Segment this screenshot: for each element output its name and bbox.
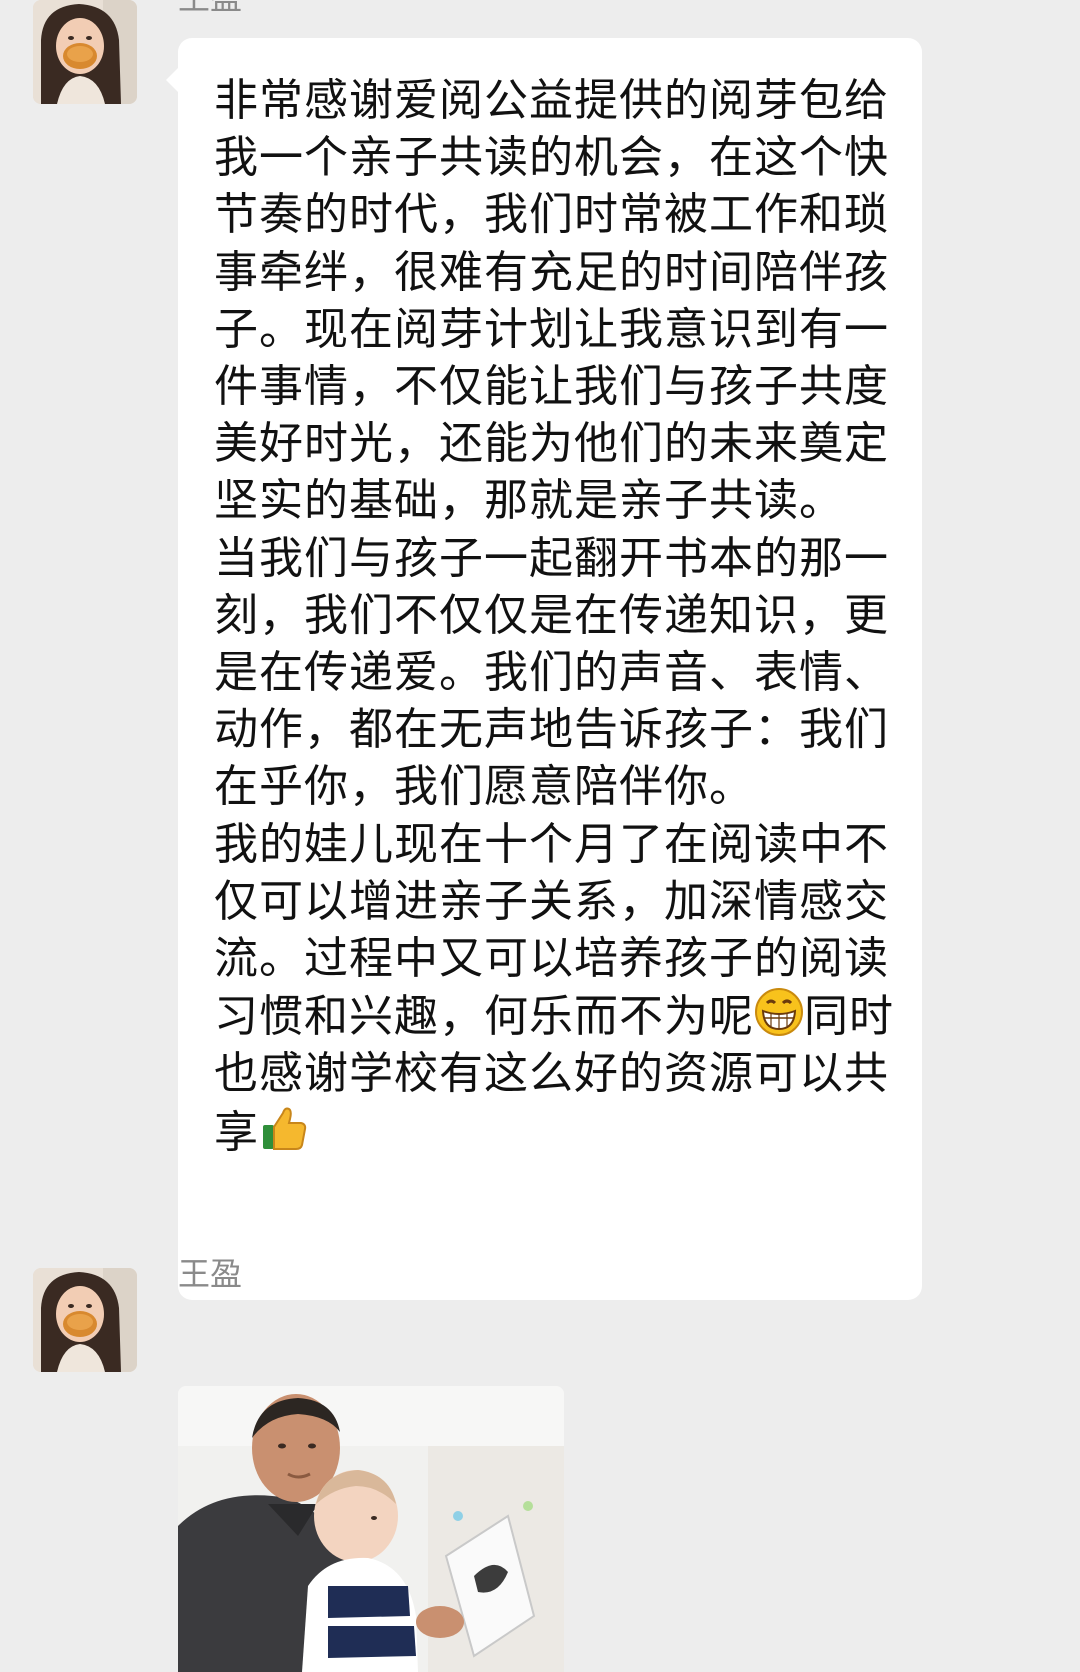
grinning-face-emoji-icon	[755, 988, 803, 1037]
message-paragraph: 非常感谢爱阅公益提供的阅芽包给我一个亲子共读的机会，在这个快节奏的时代，我们时常…	[214, 75, 889, 527]
message-image[interactable]	[178, 1386, 564, 1672]
thumbs-up-emoji-icon	[263, 1107, 307, 1150]
sender-name: 王盈	[178, 1255, 243, 1293]
sender-avatar[interactable]	[33, 0, 137, 104]
message-paragraph: 我的娃儿现在十个月了在阅读中不仅可以增进亲子关系，加深情感交流。过程中又可以培养…	[214, 816, 898, 1161]
man-reading-to-baby-photo-icon	[178, 1386, 564, 1672]
message-paragraph: 当我们与孩子一起翻开书本的那一刻，我们不仅仅是在传递知识，更是在传递爱。我们的声…	[214, 532, 889, 813]
sender-avatar[interactable]	[33, 1268, 137, 1372]
message-bubble[interactable]: 非常感谢爱阅公益提供的阅芽包给我一个亲子共读的机会，在这个快节奏的时代，我们时常…	[166, 38, 922, 1300]
sender-name: 王盈	[178, 0, 242, 18]
girl-eating-avatar-icon	[33, 1268, 137, 1372]
girl-eating-avatar-icon	[33, 0, 137, 104]
chat-window: 王盈 非常感谢爱阅公益提供的阅芽包给我一个亲子共读的机会，在这个快节奏的时代，我…	[0, 0, 1080, 1672]
